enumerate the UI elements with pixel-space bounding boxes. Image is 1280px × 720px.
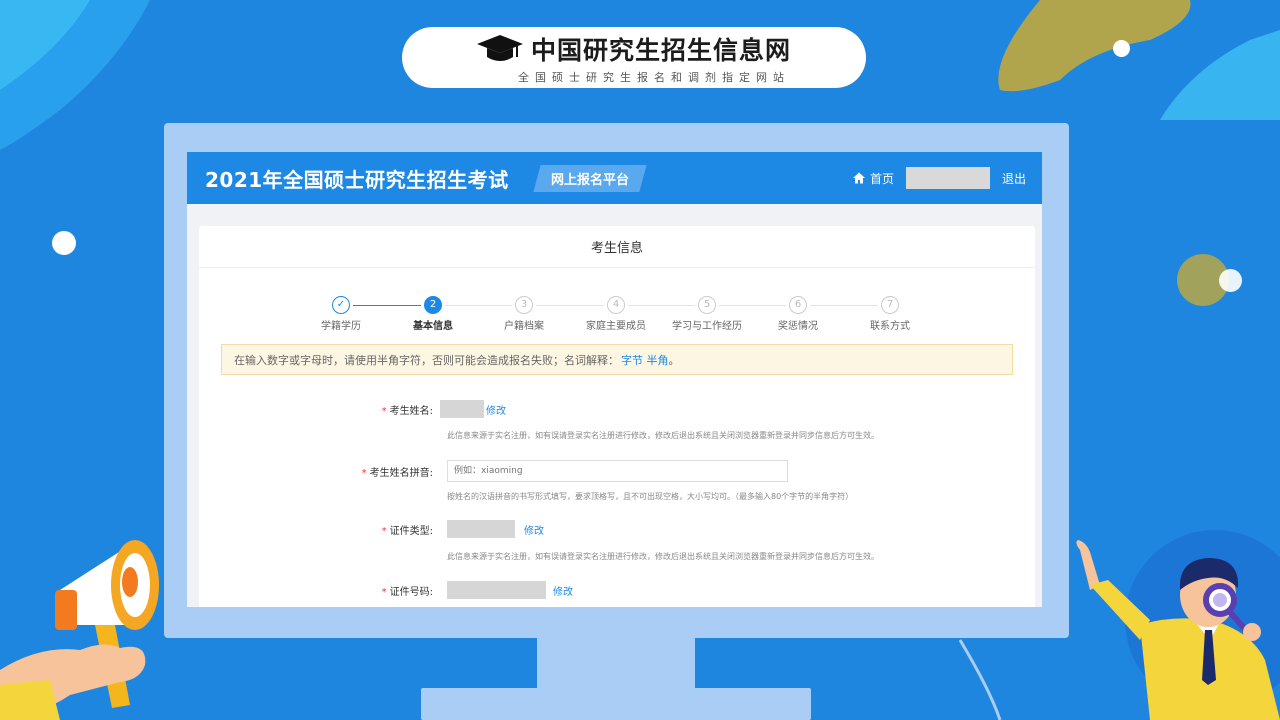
step-4[interactable]: 4 家庭主要成员 [566,296,666,332]
graduation-cap-icon [476,34,523,61]
step-label: 奖惩情况 [778,321,818,332]
site-subtitle: 全国硕士研究生报名和调剂指定网站 [518,70,790,84]
name-hint: 此信息来源于实名注册，如有误请登录实名注册进行修改，修改后退出系统且关闭浏览器重… [447,431,879,440]
step-circle: 7 [881,296,899,314]
pinyin-input[interactable] [447,460,788,482]
monitor-stand [537,638,695,688]
form-row-name: * 考生姓名: 修改 [199,400,1035,418]
home-link[interactable]: 首页 [852,170,894,187]
exam-title: 2021年全国硕士研究生招生考试 [205,167,509,192]
monitor-base [421,688,811,720]
idtype-edit-link[interactable]: 修改 [524,522,544,537]
progress-steps: ✓ 学籍学历 2 基本信息 3 户籍档案 4 家庭主要成员 5 学习与工作经历 6 奖惩情况 7 联系方式 [199,268,1035,340]
pinyin-label: * 考生姓名拼音: [361,467,433,479]
name-label: * 考生姓名: [381,405,433,417]
home-icon [852,172,865,184]
idtype-hint: 此信息来源于实名注册，如有误请登录实名注册进行修改，修改后退出系统且关闭浏览器重… [447,552,879,561]
step-label: 联系方式 [870,321,910,332]
step-label: 学籍学历 [321,321,361,332]
name-edit-link[interactable]: 修改 [486,402,506,417]
step-7[interactable]: 7 联系方式 [840,296,940,332]
step-2[interactable]: 2 基本信息 [383,296,483,332]
step-label: 基本信息 [413,321,453,332]
form-row-idnum: * 证件号码: 修改 [199,581,1035,599]
home-label: 首页 [869,171,894,186]
idtype-value [447,520,515,538]
idnum-value [447,581,546,599]
megaphone-illustration [0,540,159,720]
name-value [440,400,484,418]
step-1[interactable]: ✓ 学籍学历 [291,296,391,332]
character-illustration [1076,540,1280,720]
site-title: 中国研究生招生信息网 [530,35,791,65]
idnum-edit-link[interactable]: 修改 [553,583,573,598]
form-row-idtype: * 证件类型: 修改 [199,520,1035,538]
step-circle: 4 [607,296,625,314]
notice-end: 。 [668,353,680,367]
candidate-info-card: 考生信息 ✓ 学籍学历 2 基本信息 3 户籍档案 4 家庭主要成员 5 学习与工作经历 6 奖惩情况… [199,226,1035,607]
browser-screen: 2021年全国硕士研究生招生考试 网上报名平台 首页 退出 考生信息 ✓ 学籍学历… [187,152,1042,607]
step-circle: ✓ [332,296,350,314]
notice-text: 在输入数字或字母时，请使用半角字符，否则可能会造成报名失败；名词解释： [234,353,619,367]
step-label: 户籍档案 [504,321,544,332]
step-3[interactable]: 3 户籍档案 [474,296,574,332]
step-circle: 6 [789,296,807,314]
username-box [905,167,990,189]
idtype-label: * 证件类型: [381,525,433,537]
pinyin-hint: 按姓名的汉语拼音的书写形式填写，要求顶格写，且不可出现空格，大小写均可。（最多输… [447,492,854,501]
notice-link[interactable]: 字节 半角 [621,352,669,368]
step-label: 学习与工作经历 [672,321,742,332]
form-row-pinyin: * 考生姓名拼音: [199,460,1035,482]
step-circle: 5 [698,296,716,314]
platform-tag: 网上报名平台 [533,164,647,192]
top-navbar: 2021年全国硕士研究生招生考试 网上报名平台 首页 退出 [187,152,1042,204]
step-5[interactable]: 5 学习与工作经历 [657,296,757,332]
card-title: 考生信息 [199,226,1035,268]
idnum-label: * 证件号码: [381,586,433,598]
step-6[interactable]: 6 奖惩情况 [748,296,848,332]
notice-banner: 在输入数字或字母时，请使用半角字符，否则可能会造成报名失败；名词解释： 字节 半… [221,344,1013,375]
step-label: 家庭主要成员 [586,321,646,332]
logout-link[interactable]: 退出 [1002,170,1026,187]
step-circle: 3 [515,296,533,314]
site-logo: 中国研究生招生信息网 全国硕士研究生报名和调剂指定网站 [402,27,866,88]
step-circle: 2 [424,296,442,314]
